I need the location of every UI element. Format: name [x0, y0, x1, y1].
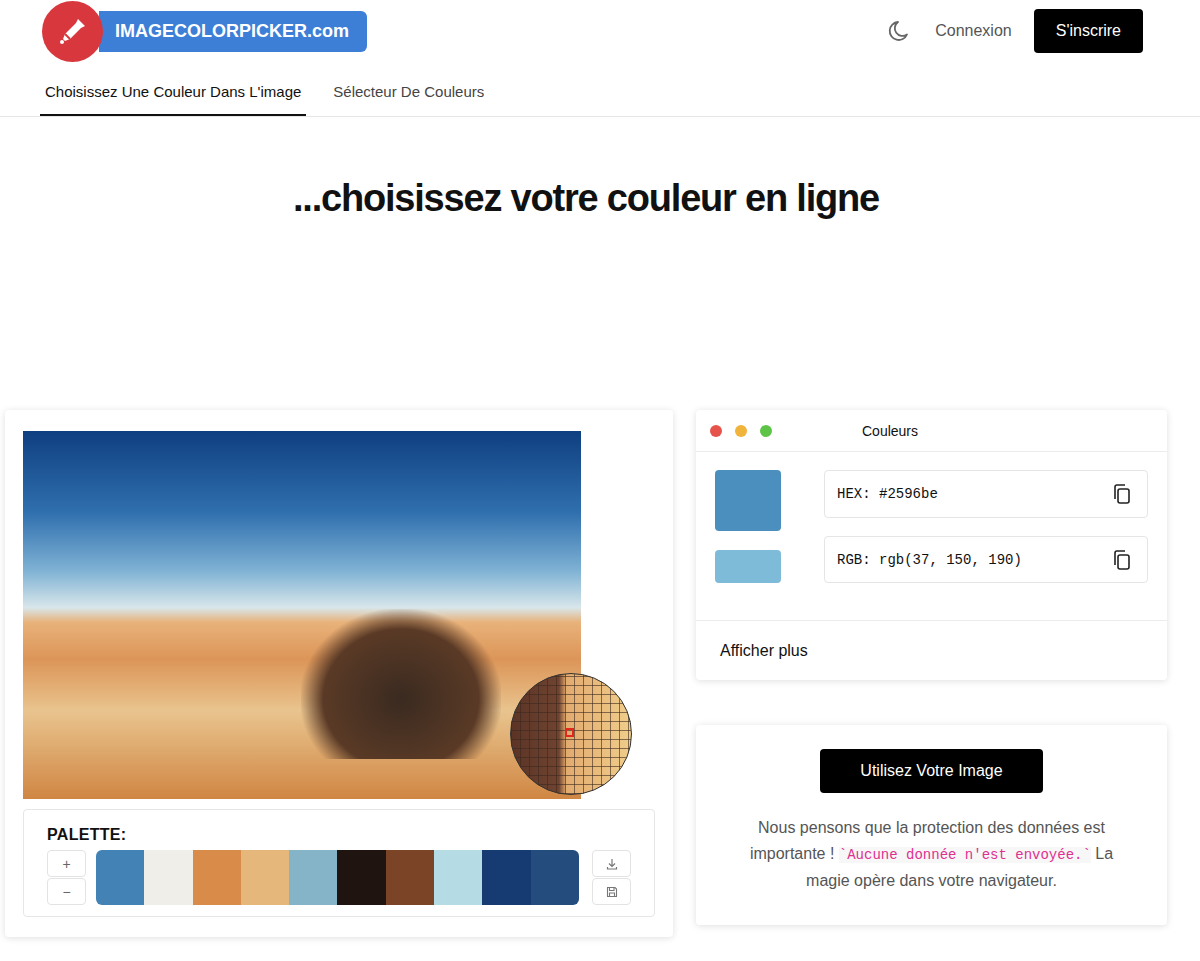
header: IMAGECOLORPICKER.com Connexion S'inscrir… — [0, 0, 1200, 62]
show-more-link[interactable]: Afficher plus — [696, 621, 1167, 680]
palette-title: PALETTE: — [47, 825, 633, 845]
palette-swatch[interactable] — [386, 850, 434, 905]
palette-swatch[interactable] — [144, 850, 192, 905]
dropper-icon — [42, 1, 103, 62]
copy-icon[interactable] — [1111, 549, 1133, 571]
colors-panel: Couleurs HEX: #2596be RGB: rgb(37, 150, — [696, 410, 1167, 680]
palette-swatch[interactable] — [531, 850, 579, 905]
upload-button[interactable]: Utilisez Votre Image — [820, 749, 1043, 793]
palette-swatch[interactable] — [96, 850, 144, 905]
palette-swatch[interactable] — [193, 850, 241, 905]
logo-text[interactable]: IMAGECOLORPICKER.com — [99, 11, 367, 52]
save-icon[interactable] — [592, 878, 631, 905]
magnifier — [510, 673, 632, 795]
image-card: PALETTE: + − — [5, 410, 673, 937]
login-link[interactable]: Connexion — [935, 22, 1012, 40]
copy-icon[interactable] — [1111, 483, 1133, 505]
current-color-swatch — [715, 470, 781, 531]
palette-swatch[interactable] — [434, 850, 482, 905]
heading: ...choisissez votre couleur en ligne — [0, 174, 1172, 222]
palette: PALETTE: + − — [23, 809, 655, 917]
download-icon[interactable] — [592, 850, 631, 877]
signup-button[interactable]: S'inscrire — [1034, 9, 1143, 53]
tab[interactable]: Sélecteur De Couleurs — [328, 71, 489, 116]
privacy-note: Nous pensons que la protection des donné… — [747, 815, 1117, 894]
palette-swatch[interactable] — [289, 850, 337, 905]
tab[interactable]: Choisissez Une Couleur Dans L'image — [40, 71, 306, 116]
photo[interactable] — [23, 431, 581, 799]
hover-color-swatch — [715, 550, 781, 583]
logo[interactable]: IMAGECOLORPICKER.com — [42, 1, 367, 62]
hex-field[interactable]: HEX: #2596be — [824, 470, 1148, 518]
tab-bar: Choisissez Une Couleur Dans L'image Sélec… — [0, 62, 1200, 117]
upload-card: Utilisez Votre Image Nous pensons que la… — [696, 725, 1167, 925]
moon-icon[interactable] — [887, 18, 913, 44]
palette-swatch[interactable] — [241, 850, 289, 905]
panel-title: Couleurs — [862, 423, 918, 439]
palette-swatch[interactable] — [482, 850, 530, 905]
palette-swatch[interactable] — [337, 850, 385, 905]
rgb-field[interactable]: RGB: rgb(37, 150, 190) — [824, 536, 1148, 583]
add-button[interactable]: + — [47, 850, 86, 877]
remove-button[interactable]: − — [47, 878, 86, 905]
